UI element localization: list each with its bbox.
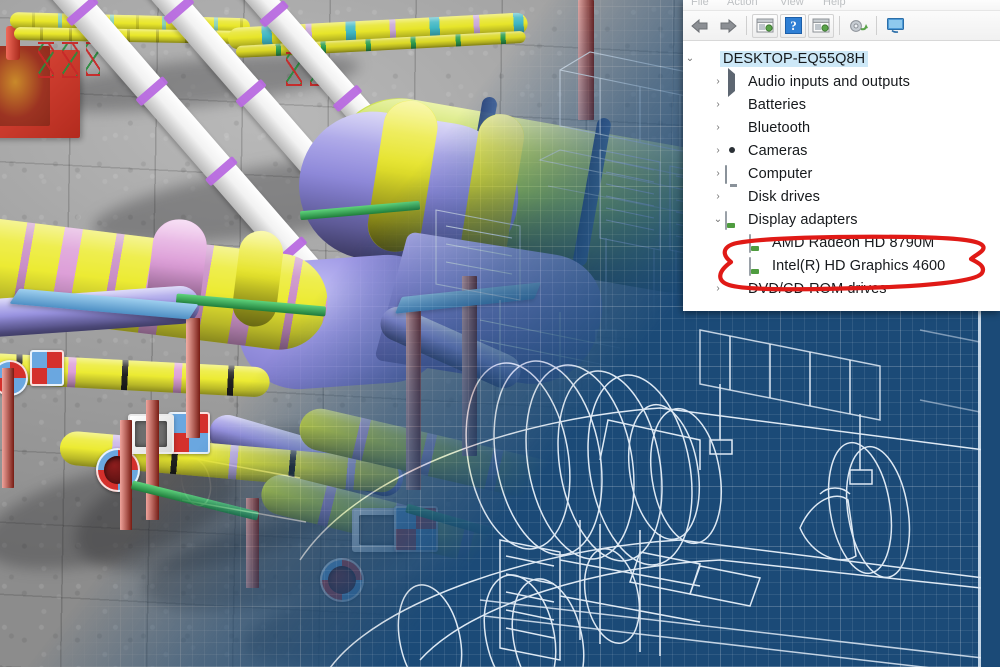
tree-node-label: Display adapters	[748, 211, 858, 228]
gpu-icon	[749, 233, 767, 253]
steel-column-red	[2, 368, 14, 488]
steel-column-red	[146, 400, 159, 520]
toolbar[interactable]: ?	[683, 11, 1000, 41]
tree-node-label: AMD Radeon HD 8790M	[772, 234, 935, 251]
properties-icon[interactable]	[752, 13, 778, 38]
toolbar-separator	[839, 16, 840, 35]
display-adapter-icon	[725, 210, 743, 230]
chevron-right-icon[interactable]: ›	[711, 76, 725, 87]
duct-clamp	[163, 0, 195, 25]
truss-support-far-left	[38, 42, 54, 78]
menu-item-file[interactable]: File	[691, 0, 709, 8]
duct-clamp	[65, 0, 99, 27]
tree-node-disk-drives[interactable]: › Disk drives	[683, 185, 1000, 208]
duct-clamp	[135, 75, 169, 107]
camera-icon	[725, 143, 743, 159]
tree-node-cameras[interactable]: › Cameras	[683, 139, 1000, 162]
chevron-right-icon[interactable]: ›	[711, 145, 725, 156]
svg-text:?: ?	[790, 18, 797, 33]
show-hidden-devices-glyph	[886, 18, 904, 33]
back-arrow-icon[interactable]	[687, 14, 713, 38]
monitor-icon	[725, 164, 743, 184]
disk-drive-icon	[725, 189, 743, 205]
update-driver-glyph	[812, 18, 830, 33]
update-driver-icon[interactable]	[808, 13, 834, 38]
tree-node-root[interactable]: ⌄ DESKTOP-EQ55Q8H	[683, 47, 1000, 70]
pipe-mouth	[328, 566, 356, 594]
duct-clamp	[332, 84, 363, 113]
show-hidden-devices-icon[interactable]	[882, 14, 908, 38]
steel-column-red	[186, 318, 200, 438]
steel-column-red	[120, 420, 132, 530]
toolbar-separator	[746, 16, 747, 35]
device-tree[interactable]: ⌄ DESKTOP-EQ55Q8H › Audio inputs and out…	[683, 41, 1000, 310]
menu-item-view[interactable]: View	[780, 0, 804, 8]
chevron-right-icon[interactable]: ›	[711, 99, 725, 110]
device-manager-window[interactable]: File Action View Help ? ⌄ DESKTOP-EQ55Q8…	[683, 0, 1000, 311]
computer-icon	[697, 51, 715, 67]
tree-node-intel-hd-graphics[interactable]: Intel(R) HD Graphics 4600	[683, 254, 1000, 277]
help-icon[interactable]: ?	[780, 13, 806, 38]
tree-node-label: Disk drives	[748, 188, 820, 205]
battery-icon	[725, 97, 743, 113]
tree-node-label: Bluetooth	[748, 119, 811, 136]
speaker-icon	[725, 67, 743, 97]
forward-arrow-glyph	[720, 18, 737, 33]
tree-node-label: DESKTOP-EQ55Q8H	[720, 50, 869, 67]
bluetooth-icon	[725, 120, 743, 136]
tree-node-label: Computer	[748, 165, 813, 182]
back-arrow-glyph	[691, 18, 708, 33]
chevron-right-icon[interactable]: ›	[711, 191, 725, 202]
scan-hardware-icon[interactable]	[845, 14, 871, 38]
help-glyph: ?	[784, 17, 802, 34]
chevron-right-icon[interactable]: ›	[711, 283, 725, 294]
gpu-icon	[749, 256, 767, 276]
tree-node-amd-radeon[interactable]: AMD Radeon HD 8790M	[683, 231, 1000, 254]
tree-node-label: Intel(R) HD Graphics 4600	[772, 257, 946, 274]
scan-hardware-glyph	[849, 19, 868, 32]
duct-clamp	[204, 155, 239, 187]
toolbar-separator	[876, 16, 877, 35]
tree-node-label: Audio inputs and outputs	[748, 73, 911, 90]
menu-bar[interactable]: File Action View Help	[683, 0, 1000, 11]
chevron-right-icon[interactable]: ›	[711, 122, 725, 133]
tree-node-label: Batteries	[748, 96, 807, 113]
tree-node-display-adapters[interactable]: ⌄ Display adapters	[683, 208, 1000, 231]
forward-arrow-icon[interactable]	[715, 14, 741, 38]
duct-clamp	[235, 78, 267, 108]
pipe-end-cap	[30, 350, 64, 386]
duct-clamp	[259, 0, 290, 28]
tree-node-audio[interactable]: › Audio inputs and outputs	[683, 67, 1000, 97]
dvd-drive-icon	[725, 281, 743, 297]
screenshot-canvas: File Action View Help ? ⌄ DESKTOP-EQ55Q8…	[0, 0, 1000, 667]
steel-column-red	[406, 300, 421, 490]
menu-item-help[interactable]: Help	[823, 0, 846, 8]
tree-node-bluetooth[interactable]: › Bluetooth	[683, 116, 1000, 139]
chevron-down-icon[interactable]: ⌄	[683, 53, 697, 64]
chevron-down-icon[interactable]: ⌄	[711, 214, 725, 225]
chevron-right-icon[interactable]: ›	[711, 168, 725, 179]
duct-hood-inner	[359, 515, 397, 545]
tree-node-batteries[interactable]: › Batteries	[683, 93, 1000, 116]
menu-item-action[interactable]: Action	[727, 0, 758, 8]
tree-node-label: Cameras	[748, 142, 808, 159]
tree-node-label: DVD/CD-ROM drives	[748, 280, 887, 297]
steel-column-red	[578, 0, 594, 120]
properties-glyph	[756, 18, 774, 33]
tree-node-computer[interactable]: › Computer	[683, 162, 1000, 185]
truss-support-far-left-2	[62, 42, 78, 78]
tree-node-dvd-cd-rom[interactable]: › DVD/CD-ROM drives	[683, 277, 1000, 300]
